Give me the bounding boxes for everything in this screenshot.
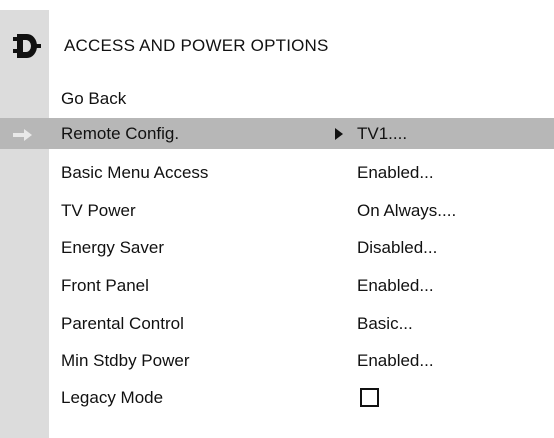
menu-item-label: Remote Config. [61,124,180,143]
menu-item-min-stdby-power[interactable]: Min Stdby Power Enabled... [0,345,554,376]
menu-item-basic-menu-access[interactable]: Basic Menu Access Enabled... [0,157,554,188]
menu-item-value: Enabled... [357,163,434,182]
menu-item-remote-config[interactable]: Remote Config. TV1.... [0,118,554,149]
menu-title: ACCESS AND POWER OPTIONS [64,36,329,55]
menu-item-energy-saver[interactable]: Energy Saver Disabled... [0,232,554,263]
legacy-mode-checkbox[interactable] [360,388,379,407]
menu-item-legacy-mode[interactable]: Legacy Mode [0,382,554,413]
menu-item-value: TV1.... [357,124,408,143]
access-power-options-menu: ACCESS AND POWER OPTIONS Go Back Remote … [0,0,554,438]
menu-item-front-panel[interactable]: Front Panel Enabled... [0,270,554,301]
menu-item-label: Energy Saver [61,238,164,257]
power-plug-icon [12,33,42,59]
menu-item-label: TV Power [61,201,136,220]
menu-item-value: Basic... [357,314,413,333]
menu-item-value: Enabled... [357,351,434,370]
menu-item-value: Enabled... [357,276,434,295]
menu-item-value: On Always.... [357,201,457,220]
menu-item-label: Parental Control [61,314,184,333]
menu-item-value: Disabled... [357,238,438,257]
go-back-menu-item[interactable]: Go Back [61,87,126,111]
menu-item-label: Basic Menu Access [61,163,209,182]
menu-item-label: Front Panel [61,276,149,295]
menu-item-label: Legacy Mode [61,388,164,407]
submenu-arrow-icon [335,128,343,140]
menu-item-label: Min Stdby Power [61,351,190,370]
menu-item-parental-control[interactable]: Parental Control Basic... [0,308,554,339]
menu-item-tv-power[interactable]: TV Power On Always.... [0,195,554,226]
selection-arrow-icon [13,128,33,141]
